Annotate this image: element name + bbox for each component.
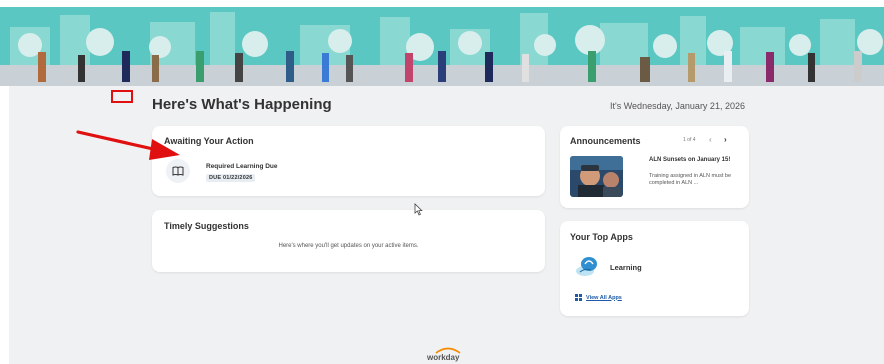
timely-suggestions-message: Here's where you'll get updates on your … <box>278 243 419 249</box>
view-all-apps-label[interactable]: View All Apps <box>586 295 622 301</box>
top-apps-card: Your Top Apps Learning View All Apps <box>560 221 749 316</box>
left-edge <box>0 86 9 364</box>
announcement-image[interactable] <box>570 156 623 197</box>
grid-icon <box>575 294 582 301</box>
announcements-heading: Announcements <box>570 136 641 146</box>
timely-suggestions-card: Timely Suggestions Here's where you'll g… <box>152 210 545 272</box>
required-learning-link[interactable]: Required Learning Due <box>206 163 278 170</box>
announcement-body: Training assigned in ALN must be complet… <box>649 173 732 186</box>
chevron-left-icon[interactable]: ‹ <box>709 135 712 144</box>
announcement-pager: 1 of 4 <box>683 137 696 143</box>
workday-logo-text: workday <box>427 353 460 362</box>
announcements-card: Announcements 1 of 4 ‹ › ALN Sunsets on … <box>560 126 749 208</box>
timely-suggestions-heading: Timely Suggestions <box>164 221 249 231</box>
awaiting-action-card: Awaiting Your Action Required Learning D… <box>152 126 545 196</box>
header-banner <box>0 7 884 86</box>
mouse-cursor-icon <box>414 203 423 216</box>
learning-app-label[interactable]: Learning <box>610 263 642 272</box>
view-all-apps-link[interactable]: View All Apps <box>575 294 622 301</box>
due-date-badge: DUE 01/22/2026 <box>206 174 256 182</box>
annotation-red-box <box>111 90 133 103</box>
page-title: Here's What's Happening <box>152 96 332 113</box>
chevron-right-icon[interactable]: › <box>724 135 727 144</box>
current-date: It's Wednesday, January 21, 2026 <box>610 101 745 111</box>
top-strip <box>0 0 884 7</box>
announcement-title[interactable]: ALN Sunsets on January 15! <box>649 156 741 164</box>
top-apps-heading: Your Top Apps <box>570 232 633 242</box>
annotation-red-arrow <box>76 130 180 160</box>
banner-illustration <box>0 7 884 86</box>
learning-app-icon[interactable] <box>575 254 599 278</box>
